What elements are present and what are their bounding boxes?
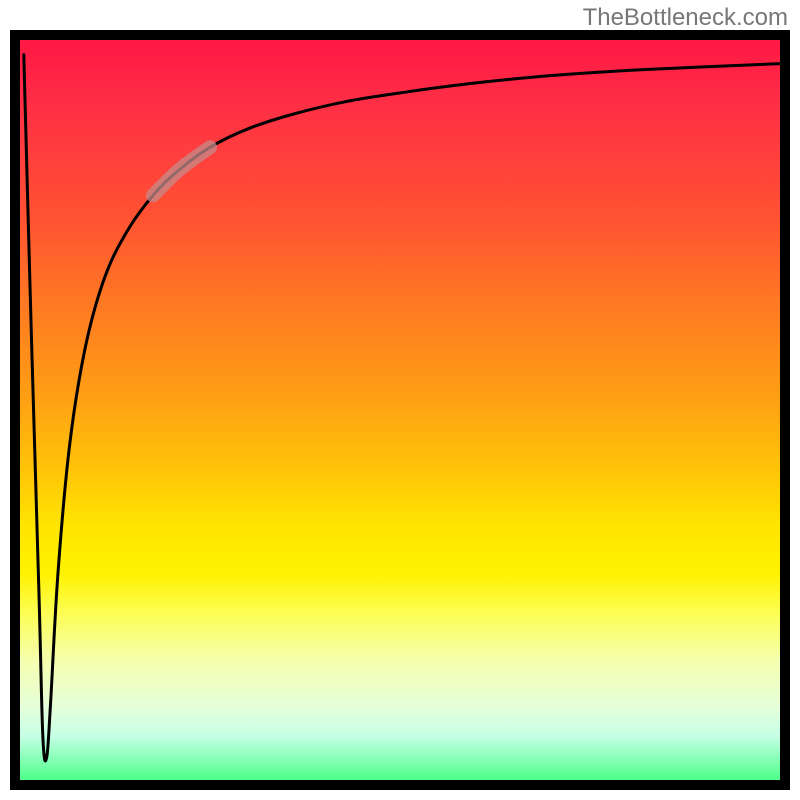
watermark-text: TheBottleneck.com	[583, 4, 788, 32]
curve-svg	[20, 40, 780, 780]
bottleneck-curve-path	[24, 55, 780, 761]
plot-frame	[10, 30, 790, 790]
chart-container: TheBottleneck.com	[0, 0, 800, 800]
highlight-segment-path	[153, 147, 210, 195]
